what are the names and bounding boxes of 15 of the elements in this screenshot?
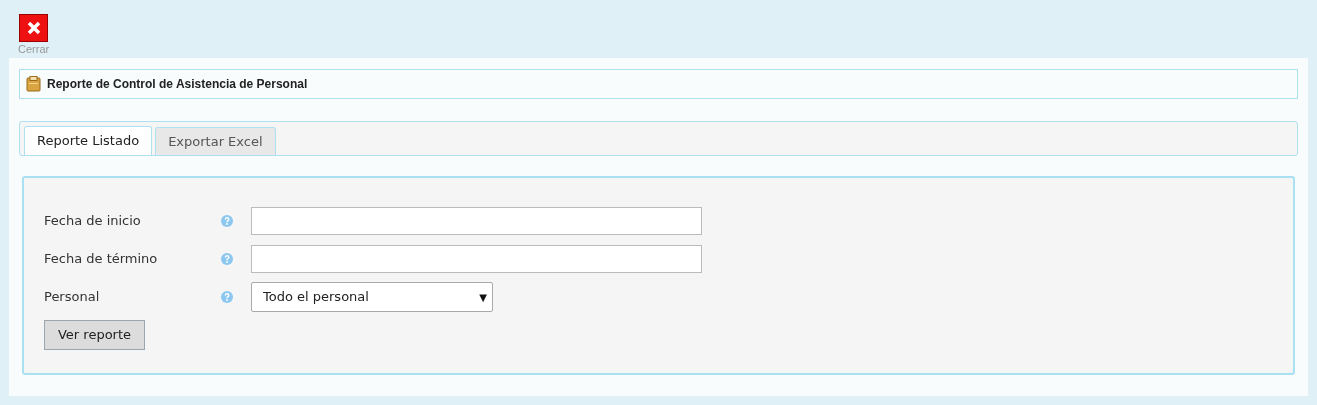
tab[interactable]: Reporte Listado <box>24 126 153 155</box>
field-label: Fecha de término <box>44 250 159 269</box>
help-icon[interactable] <box>221 291 233 303</box>
select-field[interactable]: Todo el personal ▼ <box>251 282 493 312</box>
close-icon <box>19 14 49 42</box>
input-field[interactable] <box>251 245 702 273</box>
help-icon[interactable] <box>221 215 233 227</box>
clipboard-icon <box>26 76 41 92</box>
tab[interactable]: Exportar Excel <box>155 127 276 155</box>
field-label: Personal <box>44 288 101 307</box>
input-field[interactable] <box>251 207 702 235</box>
field-label: Fecha de inicio <box>44 212 142 231</box>
panel-title: Reporte de Control de Asistencia de Personal <box>47 76 308 93</box>
view-report-button[interactable]: Ver reporte <box>44 320 145 350</box>
help-icon[interactable] <box>221 253 233 265</box>
